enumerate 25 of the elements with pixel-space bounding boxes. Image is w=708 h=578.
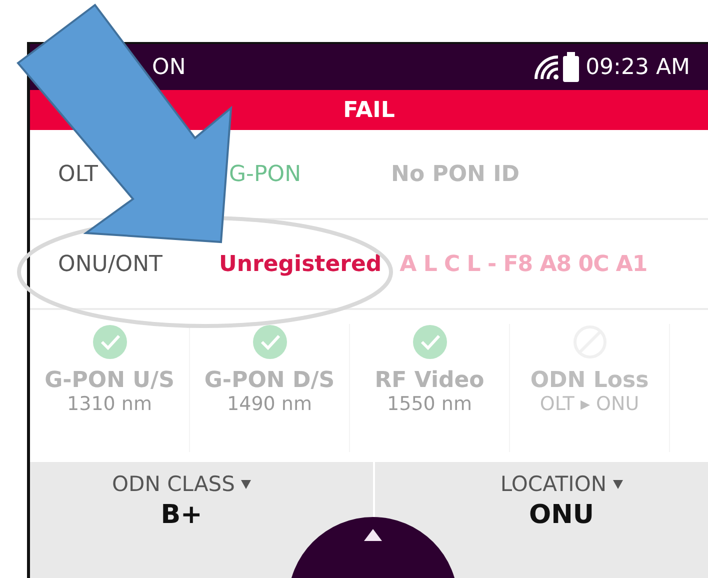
- wifi-icon: [532, 53, 560, 81]
- dropdown-button[interactable]: ODN CLASS: [112, 472, 251, 496]
- app-title: ON: [152, 54, 186, 80]
- test-name: ODN Loss: [530, 368, 649, 393]
- row-label: OLT: [58, 162, 99, 186]
- status-value: Unregistered: [219, 252, 382, 276]
- test-name: G-PON U/S: [44, 368, 174, 393]
- setting-value: ONU: [529, 500, 594, 530]
- caret-icon: [612, 480, 623, 488]
- test-wavelength: 1550 nm: [387, 393, 472, 415]
- test-name: RF Video: [374, 368, 484, 393]
- row-detail: A L C L - F8 A8 0C A1: [400, 252, 648, 276]
- status-value: G-PON: [229, 162, 302, 186]
- clock-time: 09:23 AM: [586, 54, 690, 80]
- caret-icon: [240, 480, 251, 488]
- test-name: G-PON D/S: [204, 368, 335, 393]
- up-arrow-icon: [364, 529, 382, 541]
- row-detail: No PON ID: [391, 162, 520, 186]
- test-wavelength: OLT ▸ ONU: [540, 393, 640, 415]
- test-wavelength: 1490 nm: [227, 393, 312, 415]
- setting-value: B+: [160, 500, 202, 530]
- dropdown-button[interactable]: LOCATION: [500, 472, 623, 496]
- row-label: ONU/ONT: [58, 252, 164, 276]
- battery-icon: [562, 52, 579, 82]
- test-wavelength: 1310 nm: [67, 393, 152, 415]
